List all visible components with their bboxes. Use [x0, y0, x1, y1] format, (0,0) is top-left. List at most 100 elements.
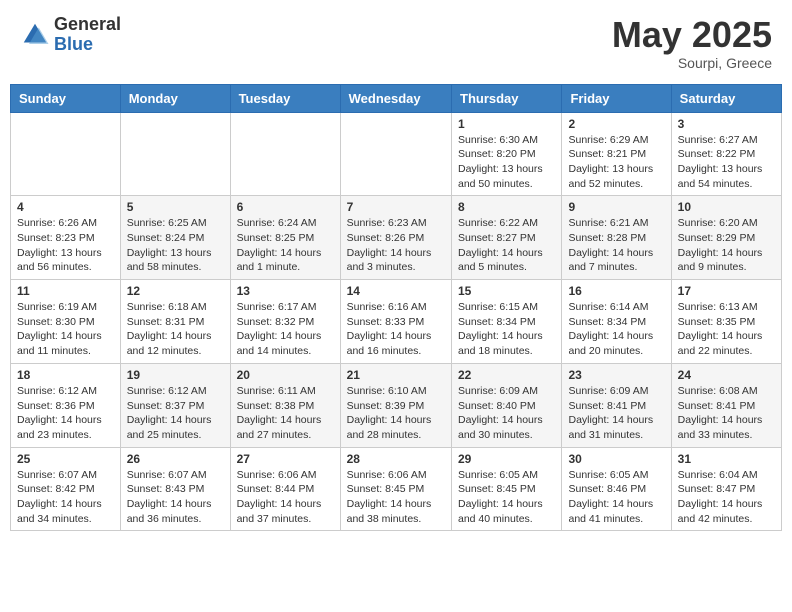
title-section: May 2025 Sourpi, Greece: [612, 15, 772, 71]
day-info: Sunrise: 6:25 AM Sunset: 8:24 PM Dayligh…: [127, 216, 224, 275]
logo-icon: [20, 20, 50, 50]
day-info: Sunrise: 6:22 AM Sunset: 8:27 PM Dayligh…: [458, 216, 555, 275]
day-header-tuesday: Tuesday: [230, 84, 340, 112]
calendar-cell: 2Sunrise: 6:29 AM Sunset: 8:21 PM Daylig…: [562, 112, 671, 196]
day-number: 24: [678, 368, 775, 382]
calendar-week-5: 25 Sunrise: 6:07 AM Sunset: 8:42 PM Dayli…: [11, 447, 782, 531]
calendar-cell: 6Sunrise: 6:24 AM Sunset: 8:25 PM Daylig…: [230, 196, 340, 280]
day-number: 14: [347, 284, 445, 298]
day-number: 30: [568, 452, 664, 466]
day-number: 20: [237, 368, 334, 382]
day-info: Sunrise: 6:07 AM Sunset: 8:42 PM Dayligh…: [17, 468, 114, 527]
calendar-cell: 21 Sunrise: 6:10 AM Sunset: 8:39 PM Dayli…: [340, 363, 451, 447]
day-number: 25: [17, 452, 114, 466]
day-info: Sunrise: 6:11 AM Sunset: 8:38 PM Dayligh…: [237, 384, 334, 443]
calendar-cell: [340, 112, 451, 196]
day-info: Sunrise: 6:15 AM Sunset: 8:34 PM Dayligh…: [458, 300, 555, 359]
location-subtitle: Sourpi, Greece: [612, 55, 772, 71]
logo-blue-text: Blue: [54, 35, 121, 55]
calendar-table: SundayMondayTuesdayWednesdayThursdayFrid…: [10, 84, 782, 532]
calendar-cell: 31 Sunrise: 6:04 AM Sunset: 8:47 PM Dayli…: [671, 447, 781, 531]
calendar-week-2: 4 Sunrise: 6:26 AM Sunset: 8:23 PM Daylig…: [11, 196, 782, 280]
calendar-cell: 23 Sunrise: 6:09 AM Sunset: 8:41 PM Dayli…: [562, 363, 671, 447]
day-header-saturday: Saturday: [671, 84, 781, 112]
day-number: 22: [458, 368, 555, 382]
day-number: 7: [347, 200, 445, 214]
day-info: Sunrise: 6:29 AM Sunset: 8:21 PM Dayligh…: [568, 133, 664, 192]
calendar-cell: 22 Sunrise: 6:09 AM Sunset: 8:40 PM Dayli…: [452, 363, 562, 447]
calendar-cell: 11Sunrise: 6:19 AM Sunset: 8:30 PM Dayli…: [11, 280, 121, 364]
day-number: 5: [127, 200, 224, 214]
month-title: May 2025: [612, 15, 772, 55]
calendar-cell: 25 Sunrise: 6:07 AM Sunset: 8:42 PM Dayli…: [11, 447, 121, 531]
calendar-cell: 20 Sunrise: 6:11 AM Sunset: 8:38 PM Dayli…: [230, 363, 340, 447]
day-info: Sunrise: 6:18 AM Sunset: 8:31 PM Dayligh…: [127, 300, 224, 359]
day-header-sunday: Sunday: [11, 84, 121, 112]
calendar-cell: 5 Sunrise: 6:25 AM Sunset: 8:24 PM Daylig…: [120, 196, 230, 280]
calendar-cell: 29Sunrise: 6:05 AM Sunset: 8:45 PM Dayli…: [452, 447, 562, 531]
day-info: Sunrise: 6:30 AM Sunset: 8:20 PM Dayligh…: [458, 133, 555, 192]
calendar-cell: 8 Sunrise: 6:22 AM Sunset: 8:27 PM Daylig…: [452, 196, 562, 280]
day-info: Sunrise: 6:13 AM Sunset: 8:35 PM Dayligh…: [678, 300, 775, 359]
calendar-week-1: 1 Sunrise: 6:30 AM Sunset: 8:20 PM Daylig…: [11, 112, 782, 196]
calendar-cell: 3 Sunrise: 6:27 AM Sunset: 8:22 PM Daylig…: [671, 112, 781, 196]
calendar-cell: 14 Sunrise: 6:16 AM Sunset: 8:33 PM Dayli…: [340, 280, 451, 364]
day-info: Sunrise: 6:08 AM Sunset: 8:41 PM Dayligh…: [678, 384, 775, 443]
day-number: 15: [458, 284, 555, 298]
day-number: 10: [678, 200, 775, 214]
calendar-week-3: 11Sunrise: 6:19 AM Sunset: 8:30 PM Dayli…: [11, 280, 782, 364]
day-info: Sunrise: 6:07 AM Sunset: 8:43 PM Dayligh…: [127, 468, 224, 527]
day-number: 1: [458, 117, 555, 131]
calendar-cell: 12 Sunrise: 6:18 AM Sunset: 8:31 PM Dayli…: [120, 280, 230, 364]
day-info: Sunrise: 6:27 AM Sunset: 8:22 PM Dayligh…: [678, 133, 775, 192]
day-number: 17: [678, 284, 775, 298]
day-info: Sunrise: 6:09 AM Sunset: 8:40 PM Dayligh…: [458, 384, 555, 443]
day-number: 11: [17, 284, 114, 298]
day-number: 23: [568, 368, 664, 382]
day-info: Sunrise: 6:12 AM Sunset: 8:37 PM Dayligh…: [127, 384, 224, 443]
day-number: 18: [17, 368, 114, 382]
day-info: Sunrise: 6:12 AM Sunset: 8:36 PM Dayligh…: [17, 384, 114, 443]
calendar-cell: 30 Sunrise: 6:05 AM Sunset: 8:46 PM Dayli…: [562, 447, 671, 531]
day-number: 28: [347, 452, 445, 466]
day-number: 12: [127, 284, 224, 298]
calendar-cell: 16 Sunrise: 6:14 AM Sunset: 8:34 PM Dayli…: [562, 280, 671, 364]
day-number: 13: [237, 284, 334, 298]
day-info: Sunrise: 6:26 AM Sunset: 8:23 PM Dayligh…: [17, 216, 114, 275]
calendar-cell: 24 Sunrise: 6:08 AM Sunset: 8:41 PM Dayli…: [671, 363, 781, 447]
calendar-cell: 19Sunrise: 6:12 AM Sunset: 8:37 PM Dayli…: [120, 363, 230, 447]
day-info: Sunrise: 6:09 AM Sunset: 8:41 PM Dayligh…: [568, 384, 664, 443]
day-info: Sunrise: 6:06 AM Sunset: 8:44 PM Dayligh…: [237, 468, 334, 527]
calendar-cell: 10 Sunrise: 6:20 AM Sunset: 8:29 PM Dayli…: [671, 196, 781, 280]
day-number: 6: [237, 200, 334, 214]
calendar-cell: 28 Sunrise: 6:06 AM Sunset: 8:45 PM Dayli…: [340, 447, 451, 531]
calendar-cell: 1 Sunrise: 6:30 AM Sunset: 8:20 PM Daylig…: [452, 112, 562, 196]
calendar-cell: 9Sunrise: 6:21 AM Sunset: 8:28 PM Daylig…: [562, 196, 671, 280]
day-number: 8: [458, 200, 555, 214]
day-info: Sunrise: 6:05 AM Sunset: 8:46 PM Dayligh…: [568, 468, 664, 527]
day-header-friday: Friday: [562, 84, 671, 112]
day-number: 21: [347, 368, 445, 382]
day-number: 31: [678, 452, 775, 466]
day-info: Sunrise: 6:06 AM Sunset: 8:45 PM Dayligh…: [347, 468, 445, 527]
day-number: 3: [678, 117, 775, 131]
day-info: Sunrise: 6:16 AM Sunset: 8:33 PM Dayligh…: [347, 300, 445, 359]
day-number: 16: [568, 284, 664, 298]
calendar-cell: 13Sunrise: 6:17 AM Sunset: 8:32 PM Dayli…: [230, 280, 340, 364]
day-info: Sunrise: 6:21 AM Sunset: 8:28 PM Dayligh…: [568, 216, 664, 275]
day-info: Sunrise: 6:04 AM Sunset: 8:47 PM Dayligh…: [678, 468, 775, 527]
calendar-header-row: SundayMondayTuesdayWednesdayThursdayFrid…: [11, 84, 782, 112]
calendar-cell: 27 Sunrise: 6:06 AM Sunset: 8:44 PM Dayli…: [230, 447, 340, 531]
calendar-cell: 15 Sunrise: 6:15 AM Sunset: 8:34 PM Dayli…: [452, 280, 562, 364]
day-info: Sunrise: 6:10 AM Sunset: 8:39 PM Dayligh…: [347, 384, 445, 443]
calendar-cell: 4 Sunrise: 6:26 AM Sunset: 8:23 PM Daylig…: [11, 196, 121, 280]
calendar-cell: [120, 112, 230, 196]
calendar-cell: 26Sunrise: 6:07 AM Sunset: 8:43 PM Dayli…: [120, 447, 230, 531]
day-number: 27: [237, 452, 334, 466]
day-info: Sunrise: 6:20 AM Sunset: 8:29 PM Dayligh…: [678, 216, 775, 275]
day-info: Sunrise: 6:14 AM Sunset: 8:34 PM Dayligh…: [568, 300, 664, 359]
day-header-monday: Monday: [120, 84, 230, 112]
day-number: 4: [17, 200, 114, 214]
calendar-cell: 17 Sunrise: 6:13 AM Sunset: 8:35 PM Dayli…: [671, 280, 781, 364]
calendar-cell: [11, 112, 121, 196]
